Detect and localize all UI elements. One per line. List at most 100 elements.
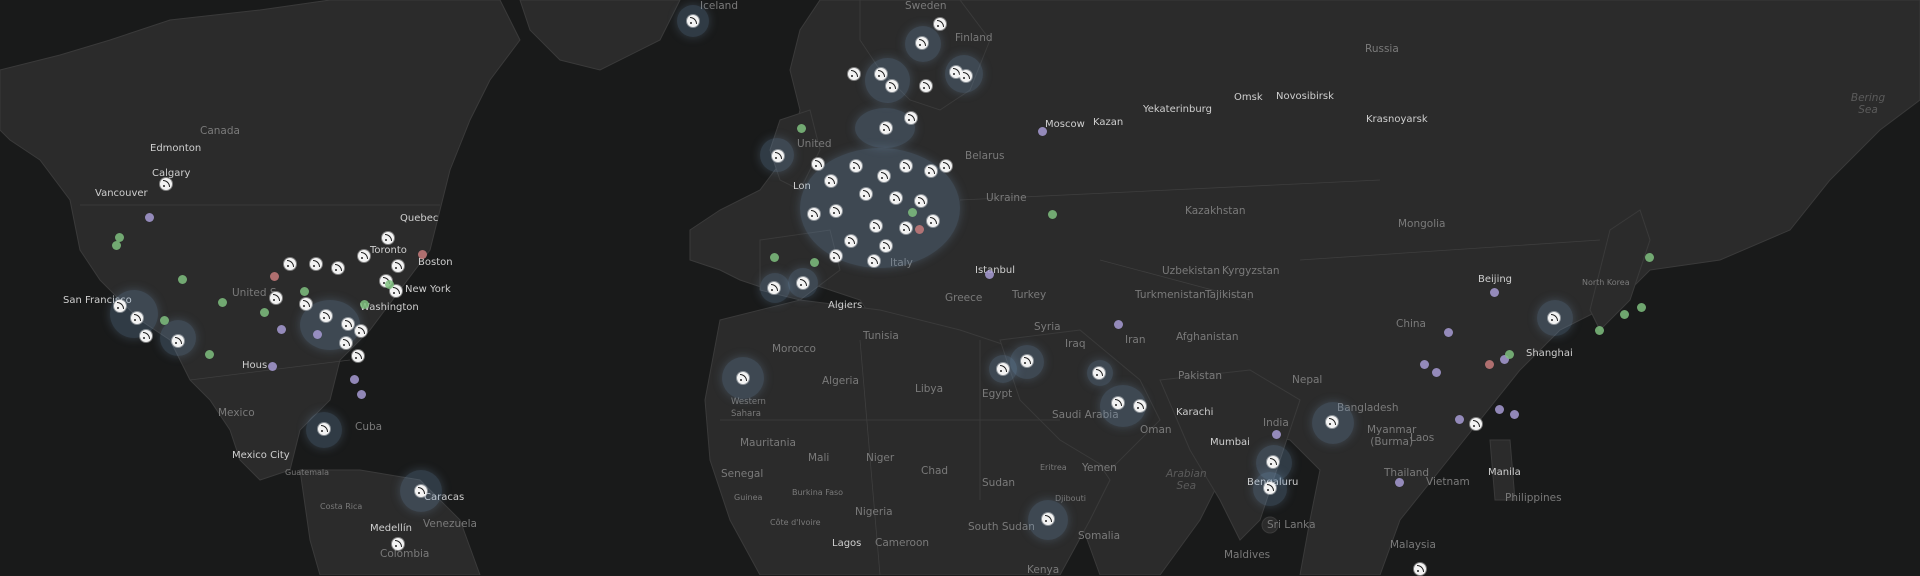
- map-dot[interactable]: [797, 124, 806, 133]
- map-dot[interactable]: [1485, 360, 1494, 369]
- rss-icon[interactable]: [905, 112, 917, 124]
- rss-icon[interactable]: [848, 68, 860, 80]
- map-dot[interactable]: [1048, 210, 1057, 219]
- rss-icon[interactable]: [825, 175, 837, 187]
- map-dot[interactable]: [360, 300, 369, 309]
- rss-icon[interactable]: [160, 178, 172, 190]
- rss-icon[interactable]: [332, 262, 344, 274]
- map-dot[interactable]: [260, 308, 269, 317]
- rss-icon[interactable]: [880, 122, 892, 134]
- rss-icon[interactable]: [875, 68, 887, 80]
- map-dot[interactable]: [1490, 288, 1499, 297]
- rss-icon[interactable]: [358, 250, 370, 262]
- rss-icon[interactable]: [850, 160, 862, 172]
- map-dot[interactable]: [1395, 478, 1404, 487]
- map-dot[interactable]: [770, 253, 779, 262]
- rss-icon[interactable]: [1414, 563, 1426, 575]
- map-dot[interactable]: [1595, 326, 1604, 335]
- map-dot[interactable]: [145, 213, 154, 222]
- rss-icon[interactable]: [997, 363, 1009, 375]
- map-dot[interactable]: [270, 272, 279, 281]
- map-dot[interactable]: [1420, 360, 1429, 369]
- map-dot[interactable]: [300, 287, 309, 296]
- map-dot[interactable]: [218, 298, 227, 307]
- rss-icon[interactable]: [886, 80, 898, 92]
- rss-icon[interactable]: [915, 195, 927, 207]
- map-dot[interactable]: [1272, 430, 1281, 439]
- rss-icon[interactable]: [870, 220, 882, 232]
- rss-icon[interactable]: [960, 70, 972, 82]
- rss-icon[interactable]: [310, 258, 322, 270]
- rss-icon[interactable]: [318, 423, 330, 435]
- rss-icon[interactable]: [1021, 355, 1033, 367]
- map-dot[interactable]: [313, 330, 322, 339]
- rss-icon[interactable]: [900, 222, 912, 234]
- rss-icon[interactable]: [352, 350, 364, 362]
- rss-icon[interactable]: [940, 160, 952, 172]
- rss-icon[interactable]: [340, 337, 352, 349]
- rss-icon[interactable]: [920, 80, 932, 92]
- rss-icon[interactable]: [392, 260, 404, 272]
- map-dot[interactable]: [1505, 350, 1514, 359]
- rss-icon[interactable]: [270, 292, 282, 304]
- map-dot[interactable]: [908, 208, 917, 217]
- map-dot[interactable]: [1620, 310, 1629, 319]
- cluster-marker[interactable]: [800, 148, 960, 268]
- map-dot[interactable]: [1114, 320, 1123, 329]
- map-dot[interactable]: [277, 325, 286, 334]
- rss-icon[interactable]: [772, 150, 784, 162]
- map-dot[interactable]: [160, 316, 169, 325]
- map-dot[interactable]: [1455, 415, 1464, 424]
- rss-icon[interactable]: [934, 18, 946, 30]
- map-dot[interactable]: [1645, 253, 1654, 262]
- rss-icon[interactable]: [320, 310, 332, 322]
- rss-icon[interactable]: [355, 325, 367, 337]
- rss-icon[interactable]: [925, 165, 937, 177]
- rss-icon[interactable]: [382, 232, 394, 244]
- map-dot[interactable]: [1510, 410, 1519, 419]
- map-dot[interactable]: [268, 362, 277, 371]
- rss-icon[interactable]: [797, 277, 809, 289]
- rss-icon[interactable]: [830, 250, 842, 262]
- rss-icon[interactable]: [415, 485, 427, 497]
- rss-icon[interactable]: [768, 282, 780, 294]
- rss-icon[interactable]: [878, 170, 890, 182]
- rss-icon[interactable]: [860, 188, 872, 200]
- rss-icon[interactable]: [284, 258, 296, 270]
- rss-icon[interactable]: [1326, 416, 1338, 428]
- rss-icon[interactable]: [845, 235, 857, 247]
- rss-icon[interactable]: [830, 205, 842, 217]
- rss-icon[interactable]: [868, 255, 880, 267]
- map-dot[interactable]: [112, 241, 121, 250]
- world-map[interactable]: Iceland Sweden Finland Russia Bering Sea…: [0, 0, 1920, 576]
- rss-icon[interactable]: [916, 37, 928, 49]
- rss-icon[interactable]: [140, 330, 152, 342]
- rss-icon[interactable]: [927, 215, 939, 227]
- map-dot[interactable]: [418, 250, 427, 259]
- rss-icon[interactable]: [131, 312, 143, 324]
- map-dot[interactable]: [1495, 405, 1504, 414]
- rss-icon[interactable]: [890, 192, 902, 204]
- map-dot[interactable]: [810, 258, 819, 267]
- map-dot[interactable]: [1432, 368, 1441, 377]
- rss-icon[interactable]: [1267, 456, 1279, 468]
- map-dot[interactable]: [915, 225, 924, 234]
- rss-icon[interactable]: [1093, 367, 1105, 379]
- rss-icon[interactable]: [812, 158, 824, 170]
- rss-icon[interactable]: [1264, 482, 1276, 494]
- map-dot[interactable]: [178, 275, 187, 284]
- rss-icon[interactable]: [880, 240, 892, 252]
- rss-icon[interactable]: [114, 300, 126, 312]
- rss-icon[interactable]: [172, 335, 184, 347]
- rss-icon[interactable]: [342, 318, 354, 330]
- rss-icon[interactable]: [737, 372, 749, 384]
- map-dot[interactable]: [350, 375, 359, 384]
- rss-icon[interactable]: [1470, 418, 1482, 430]
- map-dot[interactable]: [1038, 127, 1047, 136]
- rss-icon[interactable]: [1112, 397, 1124, 409]
- map-dot[interactable]: [1637, 303, 1646, 312]
- rss-icon[interactable]: [687, 15, 699, 27]
- map-dot[interactable]: [357, 390, 366, 399]
- map-dot[interactable]: [385, 280, 394, 289]
- rss-icon[interactable]: [1548, 312, 1560, 324]
